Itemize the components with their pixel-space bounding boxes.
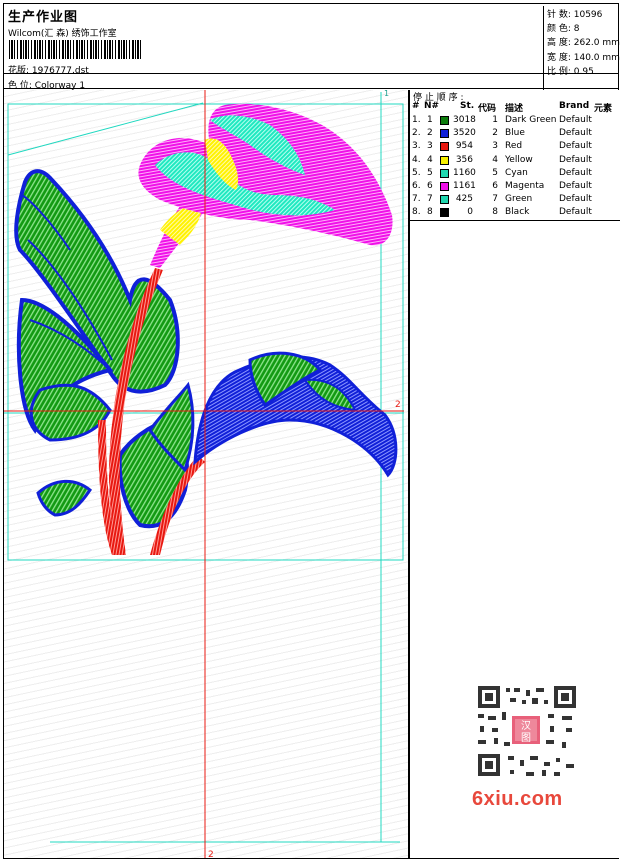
row-num: 1 (427, 115, 433, 125)
col-element: 元素 (594, 104, 613, 114)
row-description: Green (505, 194, 533, 205)
row-code: 4 (492, 154, 498, 165)
color-swatch (440, 155, 449, 165)
table-row[interactable]: 3. 3 954 3 Red Default (410, 140, 620, 153)
color-swatch (440, 182, 449, 191)
row-num: 7 (427, 194, 433, 205)
row-num: 4 (427, 154, 433, 165)
header-divider (3, 73, 619, 74)
row-description: Red (505, 141, 523, 152)
row-description: Cyan (505, 167, 528, 178)
row-code: 8 (492, 207, 498, 218)
row-stitches: 0 (467, 207, 473, 218)
row-num: 5 (427, 167, 433, 178)
table-row[interactable]: 4. 4 356 4 Yellow Default (410, 154, 620, 167)
color-swatch (440, 195, 449, 205)
qr-code-icon: 汉 图 (470, 680, 582, 782)
table-row[interactable]: 1. 1 3018 1 Dark Green Default (410, 114, 620, 127)
col-st: St. (460, 101, 475, 111)
embroidery-preview: 1 2 2 (4, 90, 404, 858)
stat-colors: 颜 色: 8 (547, 24, 580, 35)
row-hash: 5. (412, 167, 421, 178)
stat-stitches: 针 数: 10596 (547, 10, 603, 20)
row-brand: Default (559, 181, 592, 191)
row-hash: 6. (412, 181, 421, 191)
row-brand: Default (559, 115, 592, 125)
table-header: # N# St. 代码 描述 Brand 元素 (410, 101, 620, 114)
qr-badge-top: 汉 (521, 720, 531, 732)
table-row[interactable]: 7. 7 425 7 Green Default (410, 193, 620, 206)
stat-width: 宽 度: 140.0 mm (547, 52, 620, 63)
row-code: 3 (492, 141, 498, 152)
design-canvas[interactable]: 1 2 2 (4, 90, 408, 858)
color-swatch (440, 116, 449, 125)
color-swatch (440, 168, 449, 178)
row-brand: Default (559, 154, 592, 165)
row-hash: 2. (412, 128, 421, 139)
row-num: 2 (427, 128, 433, 139)
design-label: 花版: (8, 66, 30, 76)
row-description: Dark Green (505, 115, 557, 125)
table-row[interactable]: 8. 8 0 8 Black Default (410, 206, 620, 219)
row-hash: 1. (412, 115, 421, 125)
row-brand: Default (559, 167, 592, 178)
header: 生产作业图 Wilcom(汇 森) 绣饰工作室 花版: 1976777.dst … (3, 3, 620, 92)
table-row[interactable]: 5. 5 1160 5 Cyan Default (410, 167, 620, 180)
marker-1: 1 (384, 90, 389, 98)
col-desc: 描述 (505, 104, 524, 114)
col-code: 代码 (478, 104, 497, 114)
row-hash: 7. (412, 194, 421, 205)
row-description: Black (505, 207, 530, 218)
color-swatch (440, 142, 449, 152)
design-stats: 针 数: 10596 颜 色: 8 高 度: 262.0 mm 宽 度: 140… (543, 6, 620, 92)
col-num: N# (424, 101, 440, 111)
row-stitches: 3520 (453, 128, 476, 139)
marker-2-bottom: 2 (208, 850, 214, 858)
calla-flower (138, 103, 393, 268)
row-brand: Default (559, 141, 592, 152)
row-hash: 8. (412, 207, 421, 218)
row-stitches: 954 (455, 141, 473, 152)
barcode (9, 40, 143, 59)
design-value: 1976777.dst (31, 66, 89, 76)
table-row[interactable]: 6. 6 1161 6 Magenta Default (410, 180, 620, 193)
row-hash: 3. (412, 141, 421, 152)
color-swatch (440, 129, 449, 139)
col-hash: # (412, 101, 420, 111)
panel-bottom-border (410, 220, 620, 221)
row-num: 6 (427, 181, 433, 191)
row-brand: Default (559, 128, 592, 139)
design-name: 花版: 1976777.dst (8, 63, 89, 76)
row-stitches: 3018 (453, 115, 476, 125)
row-stitches: 425 (455, 194, 473, 205)
marker-2-right: 2 (395, 400, 401, 410)
row-stitches: 356 (455, 154, 473, 165)
col-brand: Brand (559, 101, 590, 111)
table-row[interactable]: 2. 2 3520 2 Blue Default (410, 127, 620, 140)
row-code: 1 (492, 115, 498, 125)
row-num: 3 (427, 141, 433, 152)
stat-scale: 比 例: 0.95 (547, 66, 594, 77)
watermark-logo[interactable]: 6xiu.com (472, 788, 563, 811)
stat-height: 高 度: 262.0 mm (547, 38, 620, 49)
row-stitches: 1161 (453, 181, 476, 191)
right-leaf (193, 351, 398, 478)
row-brand: Default (559, 207, 592, 218)
row-code: 7 (492, 194, 498, 205)
row-code: 6 (492, 181, 498, 191)
left-leaf (14, 169, 180, 442)
studio-subtitle: Wilcom(汇 森) 绣饰工作室 (8, 29, 117, 39)
row-code: 2 (492, 128, 498, 139)
row-code: 5 (492, 167, 498, 178)
row-num: 8 (427, 207, 433, 218)
row-hash: 4. (412, 154, 421, 165)
color-swatch (440, 208, 449, 218)
page-title: 生产作业图 (8, 10, 79, 25)
row-stitches: 1160 (453, 167, 476, 178)
row-description: Blue (505, 128, 525, 139)
qr-badge-bottom: 图 (521, 732, 531, 744)
row-description: Magenta (505, 181, 545, 191)
row-description: Yellow (505, 154, 533, 165)
row-brand: Default (559, 194, 592, 205)
